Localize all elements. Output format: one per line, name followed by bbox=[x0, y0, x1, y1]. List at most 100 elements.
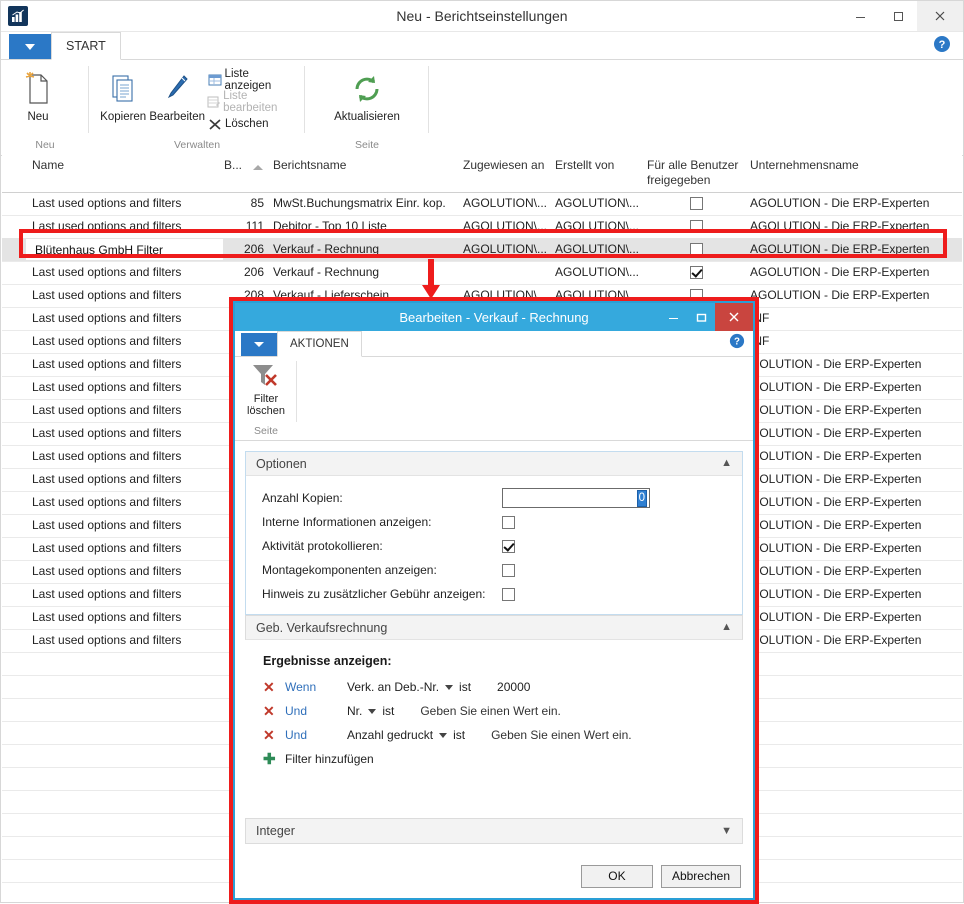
column-header-b[interactable]: B... bbox=[224, 158, 242, 173]
show-list-label: Liste anzeigen bbox=[224, 68, 272, 92]
filter-conjunction[interactable]: Und bbox=[285, 728, 347, 742]
edit-button[interactable]: Bearbeiten bbox=[149, 65, 205, 123]
dialog-ribbon-group-seite: Filter löschen Seite bbox=[235, 357, 297, 440]
refresh-button-label: Aktualisieren bbox=[334, 111, 400, 123]
aktivitaet-protokollieren-checkbox[interactable] bbox=[502, 539, 515, 553]
sales-invoice-fasttab-header[interactable]: Geb. Verkaufsrechnung ▲ bbox=[245, 615, 743, 640]
x-icon[interactable]: ✕ bbox=[263, 680, 285, 694]
chevron-down-icon[interactable] bbox=[439, 732, 448, 738]
filter-operator: ist bbox=[459, 680, 472, 694]
show-list-button[interactable]: Liste anzeigen bbox=[205, 68, 297, 92]
edit-list-icon bbox=[205, 95, 223, 109]
options-fasttab-body: Anzahl Kopien: 0 Interne Informationen a… bbox=[246, 476, 742, 614]
ribbon-group-verwalten-label: Verwalten bbox=[173, 139, 221, 151]
filter-value-placeholder[interactable]: Geben Sie einen Wert ein. bbox=[491, 728, 632, 742]
ribbon-group-seite-label: Seite bbox=[355, 139, 379, 151]
column-header-erstellt[interactable]: Erstellt von bbox=[555, 158, 614, 173]
x-icon[interactable]: ✕ bbox=[263, 704, 285, 718]
copy-button[interactable]: Kopieren bbox=[97, 65, 149, 123]
cell-name: Last used options and filters bbox=[32, 219, 182, 233]
edit-button-label: Bearbeiten bbox=[149, 111, 206, 123]
column-header-zugewiesen[interactable]: Zugewiesen an bbox=[463, 158, 544, 173]
table-row[interactable]: 206 Verkauf - Rechnung AGOLUTION\... AGOLUT… bbox=[2, 238, 962, 262]
filter-field[interactable]: Verk. an Deb.-Nr. bbox=[347, 680, 439, 694]
table-row[interactable]: Last used options and filters 85 MwSt.Buch… bbox=[2, 192, 962, 216]
field-montagekomponenten-label: Montagekomponenten anzeigen: bbox=[262, 563, 437, 577]
chevron-down-icon[interactable] bbox=[445, 684, 454, 690]
filter-conjunction[interactable]: Und bbox=[285, 704, 347, 718]
dialog-footer: OK Abbrechen bbox=[235, 854, 753, 898]
ribbon: Neu Neu Kopieren Bearbeiten Liste anzeig… bbox=[1, 60, 963, 156]
cell-unternehmen: AGOLUTION - Die ERP-Experten bbox=[750, 242, 930, 256]
filter-conjunction[interactable]: Wenn bbox=[285, 680, 347, 694]
clear-filter-button[interactable]: Filter löschen bbox=[247, 393, 285, 417]
chevron-down-icon bbox=[254, 342, 264, 347]
refresh-button[interactable]: Aktualisieren bbox=[320, 65, 414, 123]
cancel-button[interactable]: Abbrechen bbox=[660, 864, 741, 888]
hinweis-gebuehr-checkbox[interactable] bbox=[502, 587, 515, 601]
integer-fasttab-header[interactable]: Integer ▼ bbox=[245, 818, 743, 844]
interne-informationen-checkbox[interactable] bbox=[502, 515, 515, 529]
edit-list-button[interactable]: Liste bearbeiten bbox=[205, 90, 297, 114]
column-header-freigegeben[interactable]: Für alle Benutzer freigegeben bbox=[647, 158, 752, 188]
verwalten-small-buttons: Liste anzeigen Liste bearbeiten Löschen bbox=[205, 65, 297, 135]
column-header-name[interactable]: Name bbox=[32, 158, 64, 173]
chart-bar-icon bbox=[8, 6, 28, 26]
cell-freigegeben-checkbox[interactable] bbox=[690, 266, 703, 279]
cell-freigegeben-checkbox[interactable] bbox=[690, 220, 703, 233]
maximize-button[interactable] bbox=[879, 1, 917, 31]
column-header-unternehmen[interactable]: Unternehmensname bbox=[750, 158, 859, 173]
table-row[interactable]: Last used options and filters 111 Debitor … bbox=[2, 215, 962, 239]
cell-zugewiesen: AGOLUTION\... bbox=[463, 242, 548, 256]
dialog-help-icon[interactable]: ? bbox=[729, 333, 745, 349]
chevron-up-icon[interactable]: ▲ bbox=[721, 458, 732, 469]
chevron-down-icon[interactable]: ▼ bbox=[721, 825, 732, 837]
add-filter-row[interactable]: ✚ Filter hinzufügen bbox=[263, 747, 743, 771]
cell-unternehmen: GOLUTION - Die ERP-Experten bbox=[750, 587, 922, 601]
dialog-minimize-button[interactable] bbox=[659, 303, 687, 331]
cell-freigegeben-checkbox[interactable] bbox=[690, 197, 703, 210]
cell-erstellt: AGOLUTION\... bbox=[555, 219, 640, 233]
cell-name: Last used options and filters bbox=[32, 587, 182, 601]
tab-start[interactable]: START bbox=[51, 32, 121, 60]
filter-row: ✕ Wenn Verk. an Deb.-Nr. ist 20000 bbox=[263, 675, 743, 699]
show-list-icon bbox=[205, 73, 225, 87]
dialog-application-menu-button[interactable] bbox=[241, 333, 277, 356]
x-icon[interactable]: ✕ bbox=[263, 728, 285, 742]
new-button[interactable]: Neu bbox=[9, 65, 67, 123]
filter-operator: ist bbox=[382, 704, 395, 718]
cell-name: Last used options and filters bbox=[32, 196, 182, 210]
chevron-up-icon[interactable]: ▲ bbox=[721, 622, 732, 633]
chevron-down-icon[interactable] bbox=[368, 708, 377, 714]
ok-button[interactable]: OK bbox=[580, 864, 653, 888]
dialog-maximize-button[interactable] bbox=[687, 303, 715, 331]
cell-unternehmen: GOLUTION - Die ERP-Experten bbox=[750, 380, 922, 394]
cell-unternehmen: GOLUTION - Die ERP-Experten bbox=[750, 472, 922, 486]
main-window: Neu - Berichtseinstellungen START ? Neu … bbox=[0, 0, 964, 904]
cell-berichtsname: MwSt.Buchungsmatrix Einr. kop. bbox=[273, 196, 446, 210]
cell-unternehmen: GOLUTION - Die ERP-Experten bbox=[750, 426, 922, 440]
dialog-tab-aktionen[interactable]: AKTIONEN bbox=[277, 331, 362, 357]
help-icon[interactable]: ? bbox=[933, 35, 951, 53]
column-header-berichtsname[interactable]: Berichtsname bbox=[273, 158, 346, 173]
minimize-button[interactable] bbox=[841, 1, 879, 31]
dialog-close-button[interactable] bbox=[715, 303, 753, 331]
close-button[interactable] bbox=[917, 1, 963, 31]
filter-value-placeholder[interactable]: Geben Sie einen Wert ein. bbox=[420, 704, 561, 718]
table-row[interactable]: Last used options and filters 206 Verkauf … bbox=[2, 261, 962, 285]
filter-value[interactable]: 20000 bbox=[497, 680, 530, 694]
cell-name: Last used options and filters bbox=[32, 449, 182, 463]
ribbon-tabstrip: START ? bbox=[1, 32, 963, 60]
cell-name-selected[interactable]: Blütenhaus GmbH Filter bbox=[26, 239, 223, 260]
delete-button[interactable]: Löschen bbox=[205, 113, 297, 135]
dialog-window-controls bbox=[659, 303, 753, 331]
application-menu-button[interactable] bbox=[9, 34, 51, 59]
options-fasttab-header[interactable]: Optionen ▲ bbox=[246, 452, 742, 476]
montagekomponenten-checkbox[interactable] bbox=[502, 563, 515, 577]
field-interne-informationen-label: Interne Informationen anzeigen: bbox=[262, 515, 432, 529]
cell-freigegeben-checkbox[interactable] bbox=[690, 243, 703, 256]
anzahl-kopien-input[interactable]: 0 bbox=[502, 488, 650, 508]
filter-field[interactable]: Nr. bbox=[347, 704, 362, 718]
filter-field[interactable]: Anzahl gedruckt bbox=[347, 728, 433, 742]
filter-row: ✕ Und Nr. ist Geben Sie einen Wert ein. bbox=[263, 699, 743, 723]
